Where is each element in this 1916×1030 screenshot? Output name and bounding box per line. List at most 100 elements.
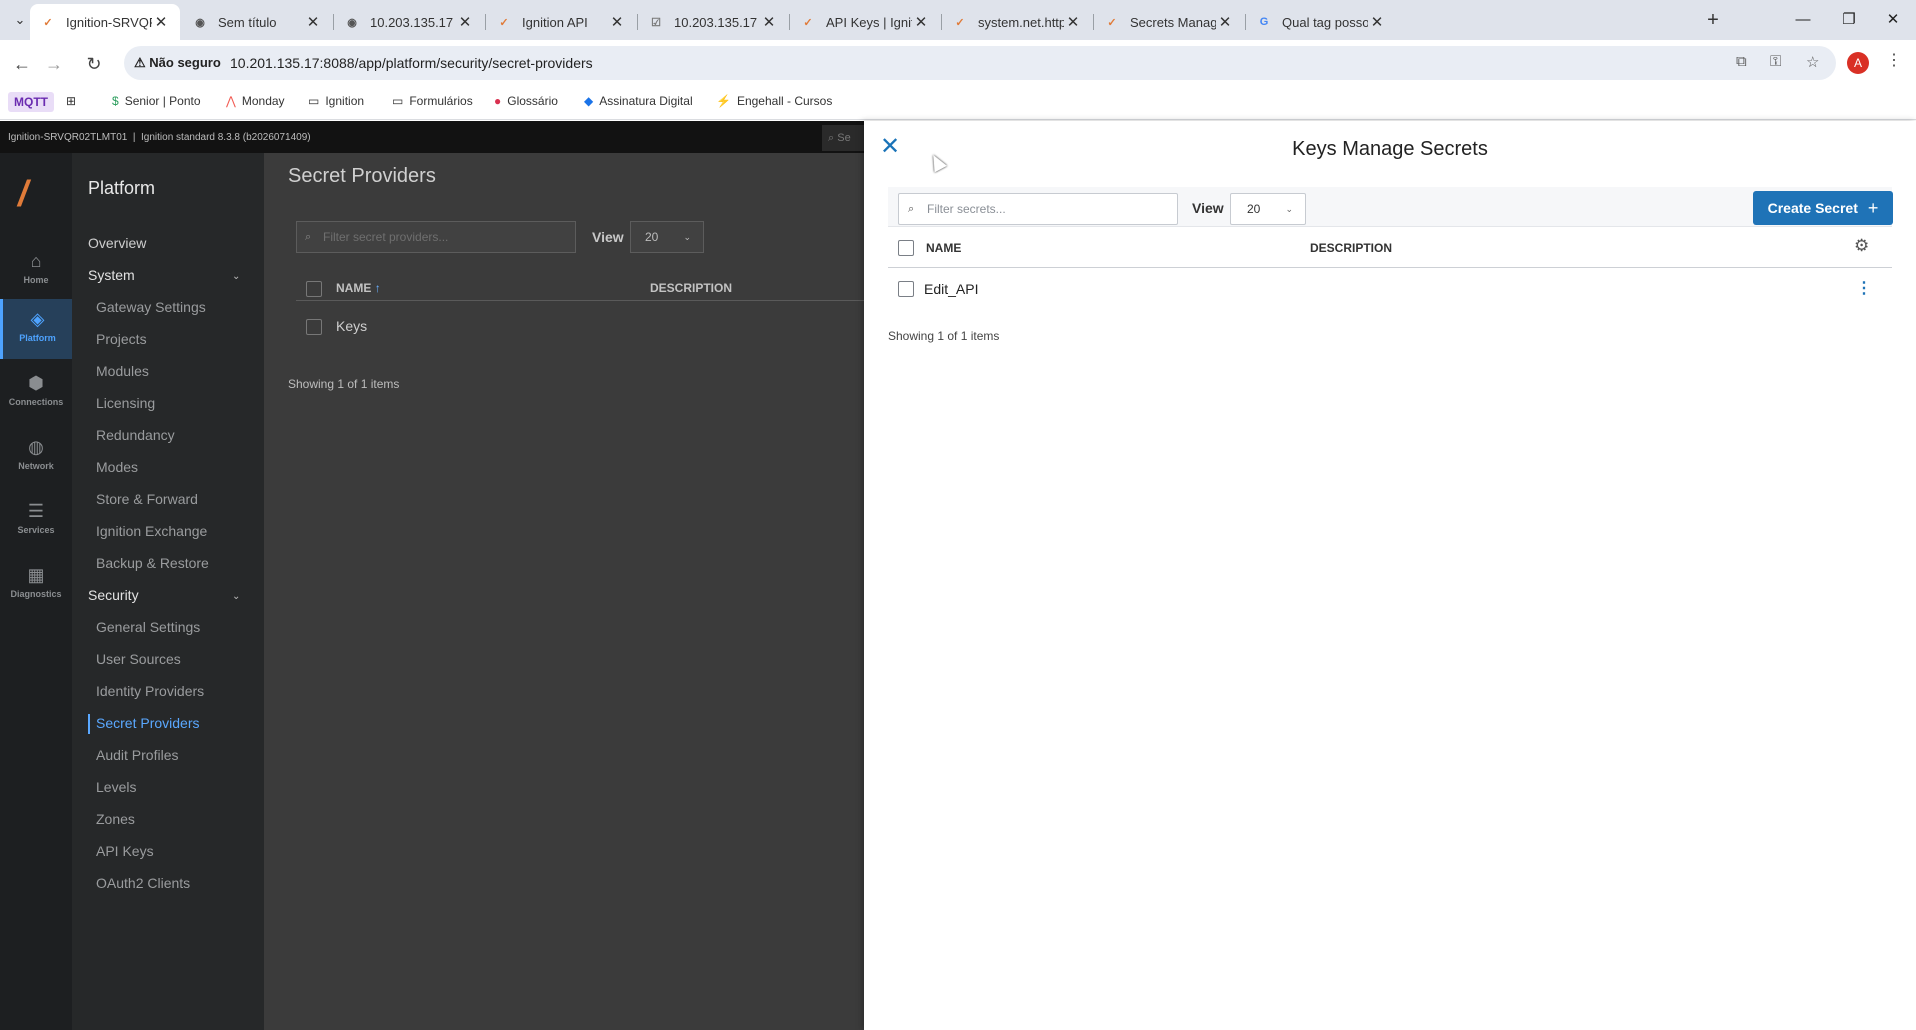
tab-ignition-api[interactable]: ✓ Ignition API ✕ — [486, 4, 636, 40]
browser-tab-strip: ⌄ ✓ Ignition-SRVQR02TLM ✕ ◉ Sem título ✕… — [0, 0, 1916, 40]
tab-secrets-management[interactable]: ✓ Secrets Management ✕ — [1094, 4, 1244, 40]
sidebar-item-redundancy[interactable]: Redundancy — [96, 427, 175, 443]
rail-network[interactable]: ◍ Network — [0, 427, 72, 487]
rail-services[interactable]: ☰ Services — [0, 491, 72, 551]
chevron-down-icon[interactable]: ⌄ — [232, 591, 240, 602]
sidebar-item-zones[interactable]: Zones — [96, 811, 135, 827]
apps-grid-icon[interactable]: ⊞ — [66, 94, 76, 108]
reload-icon[interactable]: ↻ — [80, 50, 108, 78]
sidebar-item-overview[interactable]: Overview — [88, 235, 146, 251]
close-icon[interactable]: ✕ — [456, 13, 474, 31]
tab-ip-address-2[interactable]: ☑ 10.203.135.17 ✕ — [638, 4, 788, 40]
sidebar-item-licensing[interactable]: Licensing — [96, 395, 155, 411]
sidebar-item-user-sources[interactable]: User Sources — [96, 651, 181, 667]
password-key-icon[interactable]: ⚿ — [1770, 53, 1781, 70]
sidebar-section-security[interactable]: Security — [88, 587, 139, 603]
monday-icon: ⋀ — [226, 94, 236, 108]
bookmark-star-icon[interactable]: ☆ — [1806, 53, 1819, 71]
close-icon[interactable]: ✕ — [152, 13, 170, 31]
tab-google-search[interactable]: G Qual tag posso usar p ✕ — [1246, 4, 1396, 40]
sidebar-item-modes[interactable]: Modes — [96, 459, 138, 475]
sidebar-item-oauth2-clients[interactable]: OAuth2 Clients — [96, 875, 190, 891]
forward-icon[interactable]: → — [40, 50, 68, 78]
bookmark-mqtt[interactable]: MQTT — [8, 92, 54, 112]
tab-httpclient[interactable]: ✓ system.net.httpClient ✕ — [942, 4, 1092, 40]
page-size-select[interactable]: 20 ⌄ — [1230, 193, 1306, 225]
sidebar-item-identity-providers[interactable]: Identity Providers — [96, 683, 204, 699]
bookmark-engehall[interactable]: ⚡ Engehall - Cursos — [716, 94, 832, 108]
sidebar-item-store-forward[interactable]: Store & Forward — [96, 491, 198, 507]
rail-platform[interactable]: ◈ Platform — [0, 299, 72, 359]
more-options-icon[interactable]: ⋮ — [1856, 278, 1872, 298]
sidebar-item-levels[interactable]: Levels — [96, 779, 136, 795]
translate-icon[interactable]: ⧉ — [1736, 53, 1747, 70]
sidebar-item-audit-profiles[interactable]: Audit Profiles — [96, 747, 178, 763]
omnibox[interactable]: ⚠ Não seguro 10.201.135.17:8088/app/plat… — [124, 46, 1836, 80]
select-all-checkbox[interactable] — [306, 281, 322, 297]
column-name[interactable]: NAME — [926, 241, 961, 255]
rail-diagnostics[interactable]: ▦ Diagnostics — [0, 555, 72, 615]
table-row[interactable]: Edit_API ⋮ — [888, 269, 1892, 309]
not-secure-indicator[interactable]: ⚠ Não seguro — [134, 55, 221, 71]
new-tab-icon[interactable]: + — [1700, 8, 1726, 34]
url-text[interactable]: 10.201.135.17:8088/app/platform/security… — [230, 55, 593, 71]
rail-connections[interactable]: ⬢ Connections — [0, 363, 72, 423]
layers-icon: ◈ — [30, 309, 45, 329]
bookmark-assinatura-digital[interactable]: ◆ Assinatura Digital — [584, 94, 693, 108]
sidebar-item-general-settings[interactable]: General Settings — [96, 619, 200, 635]
filter-secret-providers-input[interactable]: ⌕ Filter secret providers... — [296, 221, 576, 253]
tab-api-keys[interactable]: ✓ API Keys | Ignition Us ✕ — [790, 4, 940, 40]
window-close-icon[interactable]: ✕ — [1870, 6, 1916, 34]
bookmark-formularios-folder[interactable]: ▭ Formulários — [392, 94, 473, 108]
table-row[interactable]: Keys — [296, 313, 864, 339]
minimize-icon[interactable]: — — [1780, 6, 1826, 34]
column-description[interactable]: DESCRIPTION — [1310, 241, 1392, 255]
bookmark-senior-ponto[interactable]: $ Senior | Ponto — [112, 94, 201, 108]
profile-avatar[interactable]: A — [1847, 52, 1869, 74]
tab-sem-titulo[interactable]: ◉ Sem título ✕ — [182, 4, 332, 40]
gateway-info-strip: Ignition-SRVQR02TLMT01 | Ignition standa… — [0, 121, 864, 153]
sidebar-item-modules[interactable]: Modules — [96, 363, 149, 379]
chevron-down-icon[interactable]: ⌄ — [232, 271, 240, 282]
sidebar-item-secret-providers[interactable]: Secret Providers — [96, 715, 199, 731]
search-icon: ⌕ — [305, 231, 312, 243]
bookmark-monday[interactable]: ⋀ Monday — [226, 94, 285, 108]
close-icon[interactable]: ✕ — [304, 13, 322, 31]
chevron-down-icon: ⌄ — [683, 232, 691, 242]
back-icon[interactable]: ← — [8, 50, 36, 78]
bookmark-ignition-folder[interactable]: ▭ Ignition — [308, 94, 364, 108]
bookmark-glossario[interactable]: ● Glossário — [494, 94, 558, 108]
close-icon[interactable]: ✕ — [912, 13, 930, 31]
provider-name[interactable]: Keys — [336, 318, 367, 334]
create-secret-button[interactable]: Create Secret + — [1753, 191, 1893, 225]
column-description[interactable]: DESCRIPTION — [650, 281, 732, 295]
sidebar-item-api-keys[interactable]: API Keys — [96, 843, 154, 859]
filter-secrets-input[interactable]: ⌕ Filter secrets... — [898, 193, 1178, 225]
sidebar-item-projects[interactable]: Projects — [96, 331, 147, 347]
browser-menu-icon[interactable]: ⋮ — [1886, 50, 1902, 70]
page-size-select[interactable]: 20 ⌄ — [630, 221, 704, 253]
column-name[interactable]: NAME ↑ — [336, 281, 381, 295]
restore-icon[interactable]: ❐ — [1826, 6, 1872, 34]
row-checkbox[interactable] — [898, 281, 914, 297]
search-icon: ⌕ — [908, 203, 915, 215]
sidebar-item-gateway-settings[interactable]: Gateway Settings — [96, 299, 206, 315]
close-icon[interactable]: ✕ — [1216, 13, 1234, 31]
sidebar-section-system[interactable]: System — [88, 267, 135, 283]
secret-name[interactable]: Edit_API — [924, 281, 978, 297]
gateway-search[interactable]: ⌕ Se — [822, 125, 864, 151]
tab-ignition-gateway[interactable]: ✓ Ignition-SRVQR02TLM ✕ — [30, 4, 180, 40]
close-icon[interactable]: ✕ — [1064, 13, 1082, 31]
tab-ip-address[interactable]: ◉ 10.203.135.17 ✕ — [334, 4, 484, 40]
row-checkbox[interactable] — [306, 319, 322, 335]
gear-icon[interactable]: ⚙ — [1854, 236, 1869, 256]
close-icon[interactable]: ✕ — [760, 13, 778, 31]
tab-title: 10.203.135.17 — [674, 14, 758, 30]
sidebar-item-ignition-exchange[interactable]: Ignition Exchange — [96, 523, 207, 539]
rail-home[interactable]: ⌂ Home — [0, 241, 72, 301]
close-icon[interactable]: ✕ — [1368, 13, 1386, 31]
ignition-icon: ✓ — [499, 16, 509, 29]
sidebar-item-backup-restore[interactable]: Backup & Restore — [96, 555, 209, 571]
select-all-checkbox[interactable] — [898, 240, 914, 256]
close-icon[interactable]: ✕ — [608, 13, 626, 31]
